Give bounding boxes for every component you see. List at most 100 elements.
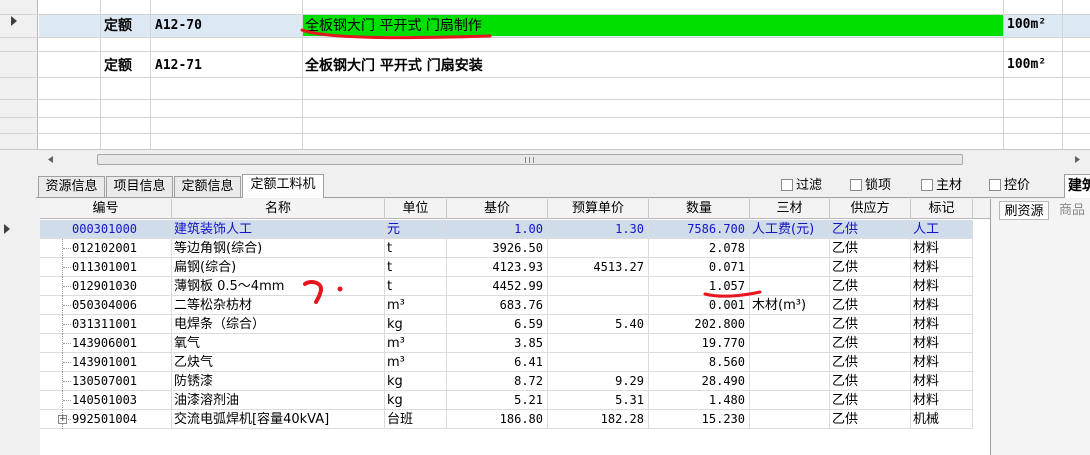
cell-three-materials[interactable] — [750, 258, 830, 277]
cell-base-price[interactable]: 3926.50 — [447, 239, 548, 258]
price-control-checkbox[interactable]: 控价 — [989, 177, 1030, 194]
cell-quantity[interactable]: 28.490 — [649, 372, 750, 391]
cell-code[interactable]: 000301000 — [70, 220, 172, 239]
cell-budget-price[interactable] — [548, 239, 649, 258]
cell-code[interactable]: 143906001 — [70, 334, 172, 353]
cell-base-price[interactable]: 8.72 — [447, 372, 548, 391]
cell-supplier[interactable]: 乙供 — [830, 220, 911, 239]
cell-mark[interactable]: 材料 — [911, 315, 973, 334]
filter-checkbox[interactable]: 过滤 — [781, 177, 822, 194]
quota-name[interactable]: 全板钢大门 平开式 门扇安装 — [305, 57, 483, 75]
cell-budget-price[interactable]: 5.31 — [548, 391, 649, 410]
main-material-checkbox[interactable]: 主材 — [921, 177, 962, 194]
table-row[interactable]: +992501004 交流电弧焊机[容量40kVA] 台班 186.80 182.28 1… — [40, 410, 973, 429]
quota-unit[interactable]: 100m² — [1007, 16, 1046, 34]
table-row[interactable]: 011301001 扁钢(综合) t 4123.93 4513.27 0.071 乙供 材料 — [40, 258, 973, 277]
quota-type[interactable]: 定额 — [104, 17, 132, 35]
cell-name[interactable]: 氧气 — [172, 334, 385, 353]
cell-code[interactable]: 012901030 — [70, 277, 172, 296]
cell-budget-price[interactable]: 5.40 — [548, 315, 649, 334]
tab-project-info[interactable]: 项目信息 — [106, 176, 173, 197]
cell-supplier[interactable]: 乙供 — [830, 315, 911, 334]
cell-budget-price[interactable]: 4513.27 — [548, 258, 649, 277]
cell-unit[interactable]: 台班 — [385, 410, 447, 429]
cell-budget-price[interactable] — [548, 353, 649, 372]
cell-budget-price[interactable]: 1.30 — [548, 220, 649, 239]
col-header-quantity[interactable]: 数量 — [649, 199, 750, 219]
cell-budget-price[interactable]: 182.28 — [548, 410, 649, 429]
cell-code[interactable]: 140501003 — [70, 391, 172, 410]
quota-type[interactable]: 定额 — [104, 57, 132, 75]
cell-three-materials[interactable] — [750, 334, 830, 353]
table-row[interactable]: 143906001 氧气 m³ 3.85 19.770 乙供 材料 — [40, 334, 973, 353]
cell-budget-price[interactable]: 9.29 — [548, 372, 649, 391]
col-header-supplier[interactable]: 供应方 — [830, 199, 911, 219]
cell-name[interactable]: 油漆溶剂油 — [172, 391, 385, 410]
tab-quota-info[interactable]: 定额信息 — [174, 176, 241, 197]
cell-supplier[interactable]: 乙供 — [830, 410, 911, 429]
cell-three-materials[interactable]: 人工费(元) — [750, 220, 830, 239]
cell-base-price[interactable]: 186.80 — [447, 410, 548, 429]
cell-supplier[interactable]: 乙供 — [830, 334, 911, 353]
cell-mark[interactable]: 材料 — [911, 353, 973, 372]
table-row[interactable]: 012102001 等边角钢(综合) t 3926.50 2.078 乙供 材料 — [40, 239, 973, 258]
quota-unit[interactable]: 100m² — [1007, 56, 1046, 74]
cell-code[interactable]: 012102001 — [70, 239, 172, 258]
cell-code[interactable]: 011301001 — [70, 258, 172, 277]
col-header-code[interactable]: 编号 — [40, 199, 172, 219]
cell-supplier[interactable]: 乙供 — [830, 353, 911, 372]
cell-three-materials[interactable] — [750, 410, 830, 429]
cell-unit[interactable]: kg — [385, 372, 447, 391]
col-header-budget-price[interactable]: 预算单价 — [548, 199, 649, 219]
cell-mark[interactable]: 材料 — [911, 391, 973, 410]
cell-base-price[interactable]: 683.76 — [447, 296, 548, 315]
cell-code[interactable]: 050304006 — [70, 296, 172, 315]
cell-supplier[interactable]: 乙供 — [830, 372, 911, 391]
cell-quantity[interactable]: 0.071 — [649, 258, 750, 277]
horizontal-scrollbar[interactable] — [40, 151, 1090, 168]
tab-quota-materials[interactable]: 定额工料机 — [242, 174, 324, 198]
cell-name[interactable]: 交流电弧焊机[容量40kVA] — [172, 410, 385, 429]
cell-unit[interactable]: m³ — [385, 334, 447, 353]
cell-code[interactable]: 130507001 — [70, 372, 172, 391]
cell-three-materials[interactable] — [750, 315, 830, 334]
cell-mark[interactable]: 材料 — [911, 258, 973, 277]
cell-name[interactable]: 电焊条（综合） — [172, 315, 385, 334]
cell-supplier[interactable]: 乙供 — [830, 296, 911, 315]
cell-unit[interactable]: kg — [385, 315, 447, 334]
cell-base-price[interactable]: 4452.99 — [447, 277, 548, 296]
cell-quantity[interactable]: 15.230 — [649, 410, 750, 429]
expand-icon[interactable]: + — [58, 415, 67, 424]
scrollbar-thumb[interactable] — [97, 154, 963, 165]
cell-base-price[interactable]: 6.41 — [447, 353, 548, 372]
table-row[interactable]: 000301000 建筑装饰人工元 1.00 1.30 7586.700 人工费(元) 乙供… — [40, 220, 973, 239]
cell-mark[interactable]: 材料 — [911, 372, 973, 391]
table-row[interactable]: 050304006 二等松杂枋材 m³ 683.76 0.001 木材(m³) 乙供 材料 — [40, 296, 973, 315]
col-header-unit[interactable]: 单位 — [385, 199, 447, 219]
cell-base-price[interactable]: 6.59 — [447, 315, 548, 334]
cell-mark[interactable]: 材料 — [911, 296, 973, 315]
cell-unit[interactable]: t — [385, 239, 447, 258]
cell-unit[interactable]: kg — [385, 391, 447, 410]
col-header-base-price[interactable]: 基价 — [447, 199, 548, 219]
cell-mark[interactable]: 机械 — [911, 410, 973, 429]
lock-checkbox[interactable]: 锁项 — [850, 177, 891, 194]
cell-quantity[interactable]: 202.800 — [649, 315, 750, 334]
cell-code[interactable]: 992501004 — [70, 410, 172, 429]
cell-budget-price[interactable] — [548, 296, 649, 315]
cell-quantity[interactable]: 2.078 — [649, 239, 750, 258]
cell-three-materials[interactable]: 木材(m³) — [750, 296, 830, 315]
cell-unit[interactable]: t — [385, 277, 447, 296]
cell-supplier[interactable]: 乙供 — [830, 277, 911, 296]
cell-quantity[interactable]: 7586.700 — [649, 220, 750, 239]
col-header-name[interactable]: 名称 — [172, 199, 385, 219]
cell-code[interactable]: 143901001 — [70, 353, 172, 372]
quota-code[interactable]: A12-70 — [155, 17, 202, 35]
cell-mark[interactable]: 材料 — [911, 334, 973, 353]
table-row[interactable]: 140501003 油漆溶剂油 kg 5.21 5.31 1.480 乙供 材料 — [40, 391, 973, 410]
cell-base-price[interactable]: 5.21 — [447, 391, 548, 410]
tab-brush-resource[interactable]: 刷资源 — [999, 201, 1049, 220]
cell-name[interactable]: 乙炔气 — [172, 353, 385, 372]
quota-name[interactable]: 全板钢大门 平开式 门扇制作 — [305, 17, 482, 35]
cell-quantity[interactable]: 1.057 — [649, 277, 750, 296]
